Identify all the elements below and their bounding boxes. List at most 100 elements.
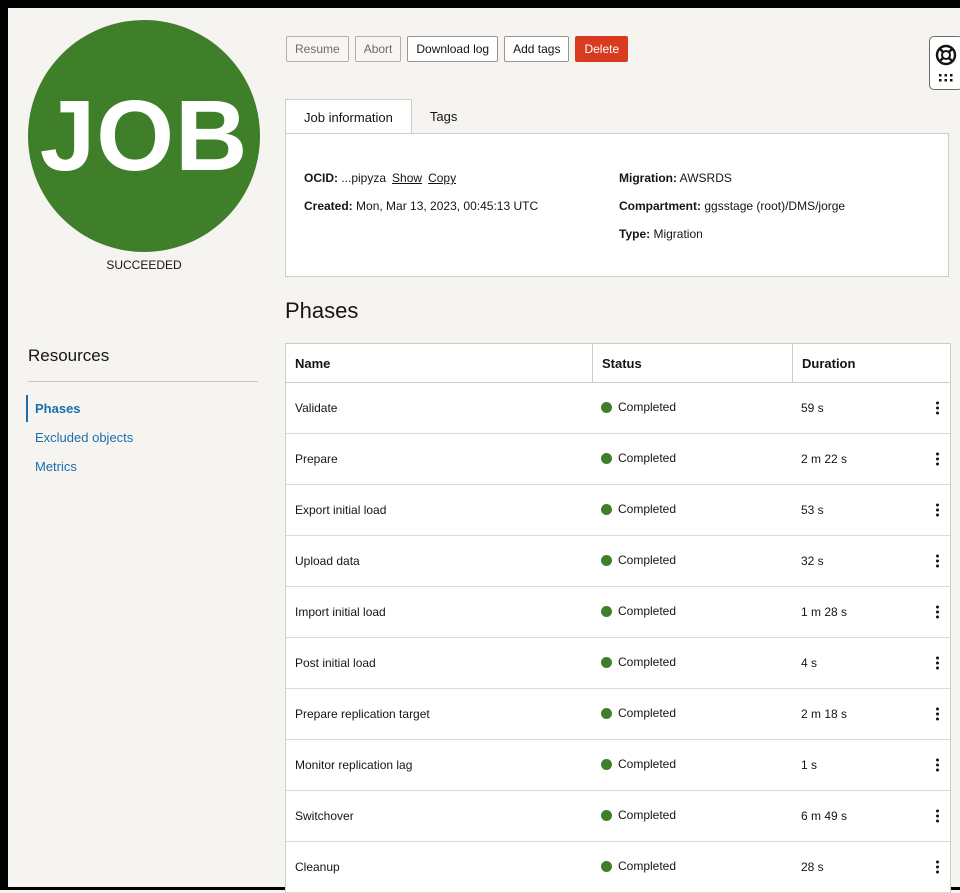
- phase-status-cell: Completed: [592, 587, 792, 637]
- phase-status-text: Completed: [618, 451, 677, 465]
- row-actions-kebab-icon[interactable]: [936, 503, 940, 517]
- table-body: Validate Completed 59 s Prepare Completed 2 m…: [286, 383, 950, 893]
- table-row: Prepare Completed 2 m 22 s: [286, 434, 950, 485]
- table-header: Name Status Duration: [286, 344, 950, 383]
- status-dot-icon: [601, 605, 612, 617]
- tab-job-information[interactable]: Job information: [285, 99, 412, 135]
- ocid-row: OCID: ...pipyza Show Copy: [304, 164, 538, 192]
- ocid-show-link[interactable]: Show: [392, 171, 422, 185]
- phase-status-text: Completed: [618, 706, 677, 720]
- phase-name: Cleanup: [295, 860, 340, 874]
- phase-duration: 2 m 18 s: [801, 707, 848, 721]
- phase-status-cell: Completed: [592, 434, 792, 484]
- job-status-badge: JOB: [28, 20, 260, 252]
- status-dot-icon: [601, 401, 612, 413]
- column-header-duration[interactable]: Duration: [792, 344, 950, 382]
- phase-status: Completed: [601, 706, 676, 720]
- phase-status-cell: Completed: [592, 638, 792, 688]
- migration-row: Migration: AWSRDS: [619, 164, 845, 192]
- row-actions-kebab-icon[interactable]: [936, 707, 940, 721]
- phase-name: Prepare: [295, 452, 338, 466]
- phase-status: Completed: [601, 400, 676, 414]
- type-row: Type: Migration: [619, 220, 845, 248]
- table-row: Post initial load Completed 4 s: [286, 638, 950, 689]
- job-lifecycle-status: SUCCEEDED: [106, 258, 182, 272]
- row-actions-kebab-icon[interactable]: [936, 758, 940, 772]
- row-actions-kebab-icon[interactable]: [936, 860, 940, 874]
- info-right-column: Migration: AWSRDS Compartment: ggsstage …: [619, 164, 845, 248]
- row-actions-kebab-icon[interactable]: [936, 452, 940, 466]
- table-row: Export initial load Completed 53 s: [286, 485, 950, 536]
- phase-status-text: Completed: [618, 400, 677, 414]
- phase-duration: 6 m 49 s: [801, 809, 848, 823]
- status-dot-icon: [601, 656, 612, 668]
- phase-status-text: Completed: [618, 859, 677, 873]
- phase-status-cell: Completed: [592, 383, 792, 433]
- status-dot-icon: [601, 860, 612, 872]
- compartment-label: Compartment:: [619, 199, 702, 213]
- row-actions-kebab-icon[interactable]: [936, 401, 940, 415]
- phase-status-text: Completed: [618, 808, 677, 822]
- phase-status: Completed: [601, 808, 676, 822]
- phase-name: Import initial load: [295, 605, 386, 619]
- status-dot-icon: [601, 503, 612, 515]
- app-grid-icon: [939, 73, 953, 81]
- phase-status: Completed: [601, 859, 676, 873]
- phase-status-cell: Completed: [592, 842, 792, 892]
- ocid-label: OCID:: [304, 171, 338, 185]
- column-header-status[interactable]: Status: [592, 344, 792, 382]
- delete-button[interactable]: Delete: [575, 36, 629, 62]
- phase-name: Upload data: [295, 554, 360, 568]
- ocid-copy-link[interactable]: Copy: [428, 171, 456, 185]
- phase-name: Switchover: [295, 809, 354, 823]
- download-log-button[interactable]: Download log: [407, 36, 499, 62]
- column-header-name[interactable]: Name: [286, 344, 592, 382]
- status-dot-icon: [601, 809, 612, 821]
- phase-status: Completed: [601, 502, 676, 516]
- phase-name: Prepare replication target: [295, 707, 430, 721]
- phase-status-cell: Completed: [592, 689, 792, 739]
- phase-name: Export initial load: [295, 503, 387, 517]
- resources-item-metrics[interactable]: Metrics: [26, 453, 133, 480]
- phase-duration: 2 m 22 s: [801, 452, 848, 466]
- phase-status: Completed: [601, 553, 676, 567]
- resume-button[interactable]: Resume: [286, 36, 349, 62]
- row-actions-kebab-icon[interactable]: [936, 554, 940, 568]
- phase-duration: 1 m 28 s: [801, 605, 848, 619]
- phase-status-text: Completed: [618, 502, 677, 516]
- phase-status: Completed: [601, 451, 676, 465]
- migration-label: Migration:: [619, 171, 677, 185]
- table-row: Upload data Completed 32 s: [286, 536, 950, 587]
- phase-status: Completed: [601, 604, 676, 618]
- phase-name: Monitor replication lag: [295, 758, 413, 772]
- phase-status-cell: Completed: [592, 485, 792, 535]
- status-dot-icon: [601, 758, 612, 770]
- row-actions-kebab-icon[interactable]: [936, 605, 940, 619]
- resources-item-phases[interactable]: Phases: [26, 395, 133, 422]
- tab-tags[interactable]: Tags: [412, 98, 475, 134]
- phase-status-cell: Completed: [592, 740, 792, 790]
- row-actions-kebab-icon[interactable]: [936, 809, 940, 823]
- info-left-column: OCID: ...pipyza Show Copy Created: Mon, Ma…: [304, 164, 538, 220]
- type-value: Migration: [653, 227, 703, 241]
- phase-duration: 53 s: [801, 503, 824, 517]
- phase-duration: 4 s: [801, 656, 818, 670]
- ocid-value: ...pipyza: [341, 171, 387, 185]
- status-dot-icon: [601, 554, 612, 566]
- table-row: Import initial load Completed 1 m 28 s: [286, 587, 950, 638]
- resources-item-excluded-objects[interactable]: Excluded objects: [26, 424, 133, 451]
- row-actions-kebab-icon[interactable]: [936, 656, 940, 670]
- add-tags-button[interactable]: Add tags: [504, 36, 570, 62]
- phase-duration: 59 s: [801, 401, 824, 415]
- job-tabs: Job information Tags: [285, 98, 475, 135]
- help-button[interactable]: [929, 36, 960, 90]
- table-row: Cleanup Completed 28 s: [286, 842, 950, 893]
- table-row: Monitor replication lag Completed 1 s: [286, 740, 950, 791]
- compartment-row: Compartment: ggsstage (root)/DMS/jorge: [619, 192, 845, 220]
- phase-duration: 28 s: [801, 860, 824, 874]
- compartment-value: ggsstage (root)/DMS/jorge: [704, 199, 846, 213]
- migration-value: AWSRDS: [679, 171, 732, 185]
- abort-button[interactable]: Abort: [354, 36, 402, 62]
- table-row: Validate Completed 59 s: [286, 383, 950, 434]
- phase-duration: 32 s: [801, 554, 824, 568]
